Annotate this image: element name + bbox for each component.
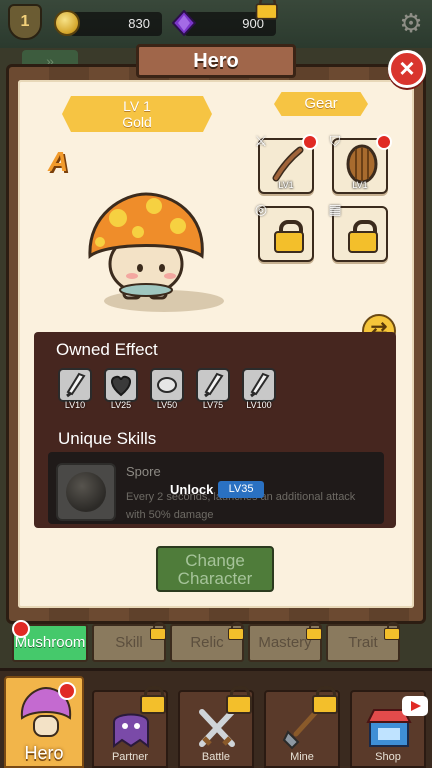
hero-level-ribbon: LV 1 Gold	[62, 96, 212, 132]
lock-icon	[150, 622, 166, 640]
nav-battle[interactable]: Battle	[178, 686, 254, 768]
panel-title: Hero	[136, 44, 296, 78]
branch-icon	[272, 146, 304, 182]
gear-level-weapon: LV1	[278, 180, 294, 190]
notification-dot	[12, 620, 30, 638]
nav-mine[interactable]: Mine	[264, 686, 340, 768]
sword-tag-icon: ⚔	[254, 133, 268, 149]
gear-slot-weapon[interactable]: ⚔ LV1	[255, 133, 318, 194]
owned-effect-5-level: LV100	[246, 400, 272, 410]
settings-gear-icon[interactable]: ⚙	[398, 10, 424, 36]
nav-mine-label: Mine	[290, 751, 314, 763]
owned-effect-2-level: LV25	[110, 400, 132, 410]
change-character-button[interactable]: Change Character	[156, 546, 274, 592]
cloth-tag-icon: ▦	[328, 201, 342, 217]
lock-icon	[306, 622, 322, 640]
notification-dot	[58, 682, 76, 700]
lock-icon	[348, 220, 378, 253]
lock-icon	[140, 686, 166, 714]
owned-effect-2-heart-icon[interactable]	[104, 368, 138, 402]
owned-effect-title: Owned Effect	[56, 340, 158, 359]
nav-battle-label: Battle	[201, 751, 231, 763]
lock-icon	[384, 622, 400, 640]
gem-icon	[172, 10, 196, 36]
gold-counter: 830	[70, 12, 162, 36]
nav-partner-label: Partner	[111, 751, 149, 763]
nav-shop-label: Shop	[375, 751, 401, 763]
gear-title: Gear	[274, 92, 368, 116]
ring-tag-icon: ◎	[254, 201, 268, 217]
close-button[interactable]: ×	[388, 50, 426, 88]
gear-level-armor: LV1	[352, 180, 368, 190]
owned-effect-4-sword-icon[interactable]	[196, 368, 230, 402]
gear-slot-accessory-2[interactable]: ▦	[328, 201, 388, 262]
hero-tier-label: Gold	[122, 114, 152, 130]
owned-effect-5-sword-icon[interactable]	[242, 368, 276, 402]
lock-icon	[226, 686, 252, 714]
gear-slot-accessory-1[interactable]: ◎	[255, 201, 314, 262]
spore-skill-icon	[66, 472, 106, 512]
shield-icon	[346, 144, 378, 184]
owned-effect-3-level: LV50	[156, 400, 178, 410]
gear-slot-armor[interactable]: ⛉ LV1	[330, 133, 392, 194]
video-ad-icon	[402, 696, 428, 716]
owned-effect-3-egg-icon[interactable]	[150, 368, 184, 402]
lock-icon	[255, 0, 278, 20]
notification-dot	[376, 134, 392, 150]
gold-coin-icon	[54, 10, 80, 36]
lock-icon	[228, 622, 244, 640]
change-character-line2: Character	[177, 569, 253, 588]
shield-tag-icon: ⛉	[329, 133, 341, 149]
skill-unlock-level: LV35	[218, 481, 264, 498]
player-level-badge[interactable]: 1	[8, 4, 42, 40]
owned-effect-1-level: LV10	[64, 400, 86, 410]
mushroom-hero	[88, 192, 204, 300]
hero-level-label: LV 1	[123, 98, 151, 114]
skill-name: Spore	[126, 464, 161, 479]
nav-partner[interactable]: Partner	[92, 686, 168, 768]
owned-effect-1-sword-icon[interactable]	[58, 368, 92, 402]
lock-icon	[274, 220, 304, 253]
nav-hero-label: Hero	[24, 743, 64, 763]
hero-grade: A	[48, 146, 69, 177]
notification-dot	[302, 134, 318, 150]
change-character-line1: Change	[185, 551, 245, 570]
owned-effect-4-level: LV75	[202, 400, 224, 410]
lock-icon	[312, 686, 338, 714]
unique-skills-title: Unique Skills	[58, 429, 157, 448]
skill-unlock-label: Unlock	[170, 482, 214, 497]
